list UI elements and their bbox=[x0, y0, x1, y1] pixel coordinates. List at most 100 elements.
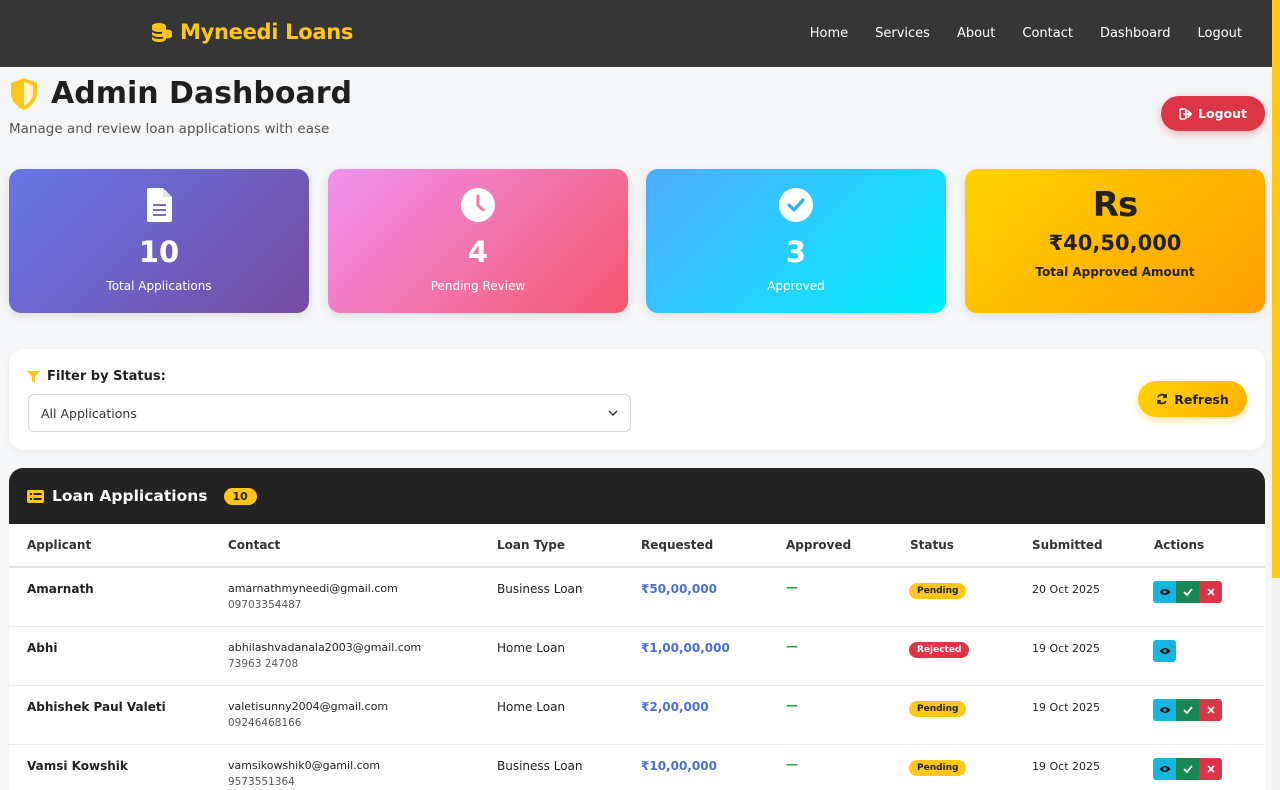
nav-home[interactable]: Home bbox=[810, 26, 848, 41]
status-badge: Pending bbox=[909, 583, 967, 599]
eye-icon bbox=[1159, 766, 1170, 772]
status-badge: Pending bbox=[909, 701, 967, 717]
nav-logout[interactable]: Logout bbox=[1197, 26, 1242, 41]
loan-applications-panel: Loan Applications 10 Applicant Contact L… bbox=[9, 468, 1265, 790]
nav-contact[interactable]: Contact bbox=[1022, 26, 1073, 41]
reject-button[interactable] bbox=[1199, 699, 1222, 721]
count-badge: 10 bbox=[223, 487, 257, 505]
column-header-submitted: Submitted bbox=[1032, 538, 1103, 552]
top-navbar: Myneedi Loans Home Services About Contac… bbox=[0, 0, 1272, 67]
column-header-contact: Contact bbox=[228, 538, 281, 552]
logout-button[interactable]: Logout bbox=[1161, 96, 1265, 131]
clock-icon bbox=[461, 188, 495, 222]
row-actions bbox=[1153, 640, 1176, 662]
check-circle-icon bbox=[779, 188, 813, 222]
table-row: Vamsi Kowshik vamsikowshik0@gamil.com 95… bbox=[9, 745, 1265, 790]
status-filter-select[interactable]: All Applications bbox=[28, 394, 631, 432]
nav-dashboard[interactable]: Dashboard bbox=[1100, 26, 1171, 41]
reject-button[interactable] bbox=[1199, 758, 1222, 780]
table-header-bar: Loan Applications 10 bbox=[9, 468, 1265, 524]
row-actions bbox=[1153, 758, 1222, 780]
shield-icon bbox=[11, 77, 37, 110]
nav-menu: Home Services About Contact Dashboard Lo… bbox=[783, 0, 1242, 67]
check-icon bbox=[1182, 765, 1193, 773]
table-row: Abhishek Paul Valeti valetisunny2004@gma… bbox=[9, 686, 1265, 745]
column-header-requested: Requested bbox=[641, 538, 714, 552]
logout-button-label: Logout bbox=[1198, 106, 1247, 121]
submitted-date: 20 Oct 2025 bbox=[1032, 583, 1101, 596]
scrollbar-thumb[interactable] bbox=[1272, 0, 1280, 578]
filter-panel: Filter by Status: All Applications Refre… bbox=[9, 349, 1265, 450]
submitted-date: 19 Oct 2025 bbox=[1032, 642, 1101, 655]
stat-value: ₹40,50,000 bbox=[1048, 231, 1182, 255]
stat-label: Pending Review bbox=[430, 279, 526, 293]
view-button[interactable] bbox=[1153, 640, 1176, 662]
column-header-loan-type: Loan Type bbox=[497, 538, 566, 552]
page-title: Admin Dashboard bbox=[51, 76, 352, 111]
document-icon bbox=[147, 188, 172, 222]
view-button[interactable] bbox=[1153, 699, 1176, 721]
filter-label-text: Filter by Status: bbox=[47, 369, 166, 384]
view-button[interactable] bbox=[1153, 581, 1176, 603]
reject-button[interactable] bbox=[1199, 581, 1222, 603]
list-icon bbox=[27, 489, 44, 503]
refresh-button[interactable]: Refresh bbox=[1138, 381, 1247, 417]
applicant-name: Abhishek Paul Valeti bbox=[27, 700, 166, 714]
column-header-applicant: Applicant bbox=[27, 538, 92, 552]
applicant-phone: 73963 24708 bbox=[228, 658, 299, 670]
chevron-down-icon bbox=[608, 410, 618, 417]
filter-icon bbox=[27, 370, 40, 383]
brand-name: Myneedi Loans bbox=[180, 20, 354, 44]
approved-amount: — bbox=[786, 757, 798, 771]
nav-about[interactable]: About bbox=[957, 26, 995, 41]
nav-services[interactable]: Services bbox=[875, 26, 930, 41]
applicant-phone: 09246468166 bbox=[228, 717, 302, 729]
scrollbar-track[interactable] bbox=[1272, 0, 1280, 790]
approved-amount: — bbox=[786, 580, 798, 594]
applicant-name: Abhi bbox=[27, 641, 58, 655]
stat-value: 4 bbox=[467, 235, 489, 269]
page-header: Admin Dashboard Manage and review loan a… bbox=[9, 76, 352, 137]
applicant-name: Vamsi Kowshik bbox=[27, 759, 128, 773]
filter-label: Filter by Status: bbox=[27, 369, 166, 384]
view-button[interactable] bbox=[1153, 758, 1176, 780]
refresh-button-label: Refresh bbox=[1174, 391, 1229, 407]
approve-button[interactable] bbox=[1176, 699, 1199, 721]
close-icon bbox=[1206, 765, 1215, 773]
requested-amount: ₹1,00,00,000 bbox=[641, 641, 730, 655]
column-header-actions: Actions bbox=[1154, 538, 1205, 552]
eye-icon bbox=[1159, 589, 1170, 595]
applicant-phone: 09703354487 bbox=[228, 599, 302, 611]
status-filter-value: All Applications bbox=[41, 405, 137, 421]
submitted-date: 19 Oct 2025 bbox=[1032, 701, 1101, 714]
loan-type: Home Loan bbox=[497, 700, 566, 714]
stat-card-pending-review: 4 Pending Review bbox=[328, 169, 628, 313]
close-icon bbox=[1206, 588, 1215, 596]
applicant-email: abhilashvadanala2003@gmail.com bbox=[228, 641, 422, 654]
row-actions bbox=[1153, 581, 1222, 603]
brand-logo[interactable]: Myneedi Loans bbox=[150, 20, 353, 44]
row-actions bbox=[1153, 699, 1222, 721]
approve-button[interactable] bbox=[1176, 581, 1199, 603]
stat-card-total-approved-amount: Rs ₹40,50,000 Total Approved Amount bbox=[965, 169, 1265, 313]
requested-amount: ₹50,00,000 bbox=[641, 582, 717, 596]
refresh-icon bbox=[1157, 393, 1168, 405]
close-icon bbox=[1206, 706, 1215, 714]
table-title: Loan Applications bbox=[52, 487, 208, 505]
column-header-status: Status bbox=[910, 538, 954, 552]
coins-icon bbox=[152, 23, 172, 42]
rupee-icon: Rs bbox=[1092, 185, 1138, 225]
approve-button[interactable] bbox=[1176, 758, 1199, 780]
status-badge: Pending bbox=[909, 760, 967, 776]
loan-type: Home Loan bbox=[497, 641, 566, 655]
stat-card-total-applications: 10 Total Applications bbox=[9, 169, 309, 313]
eye-icon bbox=[1159, 648, 1170, 654]
column-header-approved: Approved bbox=[786, 538, 852, 552]
sign-out-icon bbox=[1179, 107, 1192, 120]
approved-amount: — bbox=[786, 639, 798, 653]
status-badge: Rejected bbox=[909, 642, 970, 658]
approved-amount: — bbox=[786, 698, 798, 712]
requested-amount: ₹10,00,000 bbox=[641, 759, 717, 773]
submitted-date: 19 Oct 2025 bbox=[1032, 760, 1101, 773]
check-icon bbox=[1182, 706, 1193, 714]
